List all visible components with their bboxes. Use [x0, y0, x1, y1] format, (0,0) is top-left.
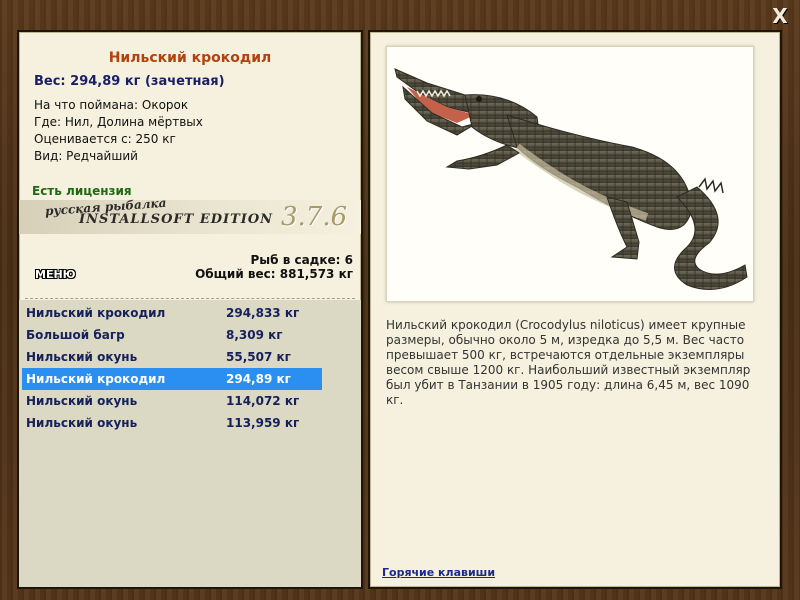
catch-row[interactable]: Нильский окунь 114,072 кг: [22, 390, 322, 412]
catch-weight: 8,309 кг: [226, 328, 283, 342]
catch-list: Нильский крокодил 294,833 кг Большой баг…: [19, 300, 361, 587]
rarity-info: Вид: Редчайший: [34, 149, 138, 163]
logo-line-2: INSTALLSOFT EDITION: [79, 212, 274, 227]
fish-weight: Вес: 294,89 кг (зачетная): [34, 74, 225, 89]
version-label: 3.7.6: [281, 202, 348, 232]
catch-row[interactable]: Большой багр 8,309 кг: [22, 324, 322, 346]
crocodile-image: [394, 68, 748, 290]
fish-description: Нильский крокодил (Crocodylus niloticus)…: [386, 318, 751, 407]
fish-title: Нильский крокодил: [108, 50, 272, 66]
fish-count: Рыб в садке: 6: [250, 253, 354, 267]
catch-weight: 294,833 кг: [226, 306, 300, 320]
license-status: Есть лицензия: [32, 184, 132, 198]
catch-weight: 114,072 кг: [226, 394, 300, 408]
catch-weight: 113,959 кг: [226, 416, 300, 430]
hotkeys-link[interactable]: Горячие клавиши: [382, 566, 495, 579]
catch-weight: 294,89 кг: [226, 372, 291, 386]
close-icon[interactable]: X: [770, 6, 790, 26]
catch-name: Нильский окунь: [26, 350, 138, 364]
catch-name: Нильский крокодил: [26, 372, 166, 386]
bait-info: На что поймана: Окорок: [34, 98, 189, 112]
catch-row[interactable]: Нильский окунь 55,507 кг: [22, 346, 322, 368]
catch-row[interactable]: Нильский крокодил 294,833 кг: [22, 302, 322, 324]
catch-row[interactable]: Нильский окунь 113,959 кг: [22, 412, 322, 434]
catch-row[interactable]: Нильский крокодил 294,89 кг: [22, 368, 322, 390]
fish-description-panel: Нильский крокодил (Crocodylus niloticus)…: [368, 30, 782, 589]
fish-info-panel: Нильский крокодил Вес: 294,89 кг (зачетн…: [17, 30, 363, 589]
total-weight: Общий вес: 881,573 кг: [195, 267, 353, 281]
fish-image: [386, 46, 754, 302]
catch-name: Большой багр: [26, 328, 125, 342]
divider: [25, 298, 355, 299]
catch-name: Нильский окунь: [26, 394, 138, 408]
game-logo-banner: русская рыбалка INSTALLSOFT EDITION 3.7.…: [19, 196, 361, 234]
keepnet-stats: Рыб в садке: 6 Общий вес: 881,573 кг: [195, 253, 353, 281]
menu-button[interactable]: МЕНЮ: [35, 268, 76, 281]
location-info: Где: Нил, Долина мёртвых: [34, 115, 203, 129]
catch-name: Нильский крокодил: [26, 306, 166, 320]
catch-name: Нильский окунь: [26, 416, 138, 430]
value-threshold-info: Оценивается с: 250 кг: [34, 132, 176, 146]
catch-weight: 55,507 кг: [226, 350, 291, 364]
